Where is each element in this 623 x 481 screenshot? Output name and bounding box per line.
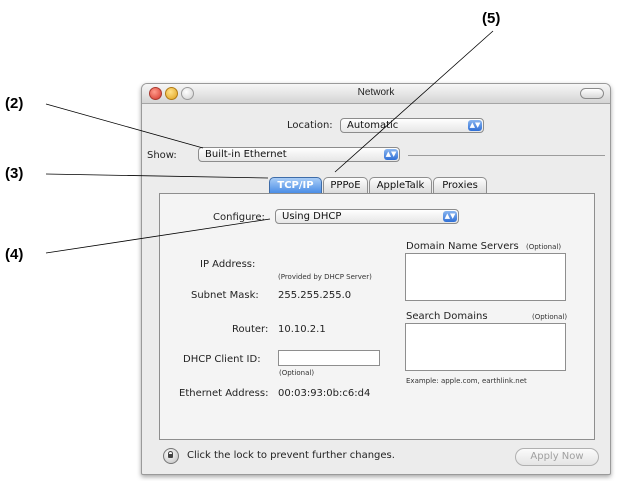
tab-appletalk[interactable]: AppleTalk [369,177,432,193]
dns-optional: (Optional) [526,243,562,251]
tab-tcpip[interactable]: TCP/IP [269,177,322,193]
router-value: 10.10.2.1 [278,324,326,335]
show-value: Built-in Ethernet [205,149,287,160]
location-popup[interactable]: Automatic ▲▼ [340,118,484,133]
lock-message: Click the lock to prevent further change… [187,450,395,461]
show-popup[interactable]: Built-in Ethernet ▲▼ [198,147,400,162]
network-window: Network Location: Automatic ▲▼ Show: Bui… [141,83,611,475]
subnet-mask-label: Subnet Mask: [191,290,259,301]
location-label: Location: [287,120,333,131]
dns-label: Domain Name Servers [406,241,519,252]
lock-icon[interactable] [163,448,179,464]
callout-4: (4) [5,246,24,263]
search-domains-example: Example: apple.com, earthlink.net [406,377,527,385]
ip-address-note: (Provided by DHCP Server) [278,273,372,281]
dns-field[interactable] [405,253,566,301]
dhcp-client-id-note: (Optional) [279,369,315,377]
separator-line [408,155,605,156]
configure-popup[interactable]: Using DHCP ▲▼ [275,209,459,224]
popup-arrows-icon: ▲▼ [384,149,398,160]
ip-address-label: IP Address: [200,259,256,270]
dhcp-client-id-field[interactable] [278,350,380,366]
ethernet-address-value: 00:03:93:0b:c6:d4 [278,388,371,399]
search-domains-field[interactable] [405,323,566,371]
apply-now-button[interactable]: Apply Now [515,448,599,466]
callout-5: (5) [482,10,501,27]
search-domains-label: Search Domains [406,311,488,322]
subnet-mask-value: 255.255.255.0 [278,290,352,301]
callout-2: (2) [5,95,24,112]
tab-proxies[interactable]: Proxies [433,177,487,193]
window-title: Network [357,87,395,98]
toolbar-toggle-button[interactable] [580,88,604,99]
popup-arrows-icon: ▲▼ [468,120,482,131]
location-value: Automatic [347,120,399,131]
dhcp-client-id-label: DHCP Client ID: [183,354,261,365]
router-label: Router: [232,324,269,335]
show-label: Show: [147,150,177,161]
configure-value: Using DHCP [282,211,342,222]
tcpip-panel: Configure: Using DHCP ▲▼ IP Address: (Pr… [159,193,595,440]
tab-pppoe[interactable]: PPPoE [323,177,368,193]
callout-3: (3) [5,165,24,182]
title-bar: Network [142,84,610,104]
ethernet-address-label: Ethernet Address: [179,388,269,399]
configure-label: Configure: [213,212,265,223]
popup-arrows-icon: ▲▼ [443,211,457,222]
search-domains-optional: (Optional) [532,313,568,321]
